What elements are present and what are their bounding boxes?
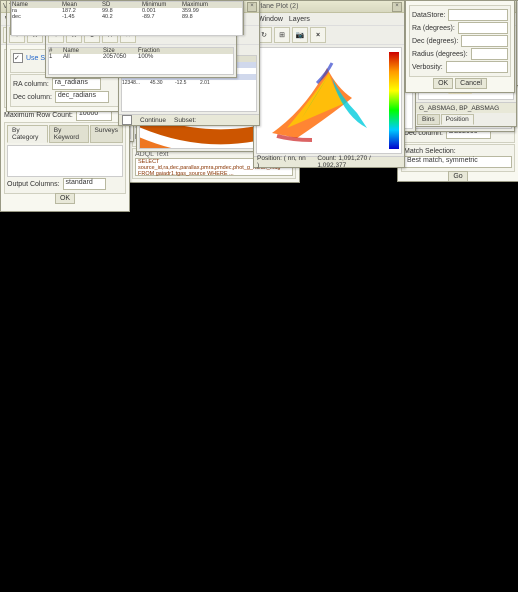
color-plot[interactable]: Plane Plot (2)× WindowLayers ↻⊞📷× Positi… [253, 0, 405, 168]
go-button[interactable]: Go [448, 171, 467, 181]
ok-button[interactable]: OK [433, 78, 453, 89]
rainbow-canvas[interactable] [256, 47, 402, 154]
close-icon[interactable]: × [310, 27, 326, 43]
ok-button[interactable]: OK [55, 193, 75, 204]
stats-window[interactable]: Name Mean SD Minimum Maximum ra187.299.8… [10, 0, 244, 35]
datastore-window[interactable]: DataStore: Ra (degrees): Dec (degrees): … [405, 0, 515, 93]
cancel-button[interactable]: Cancel [455, 78, 487, 89]
